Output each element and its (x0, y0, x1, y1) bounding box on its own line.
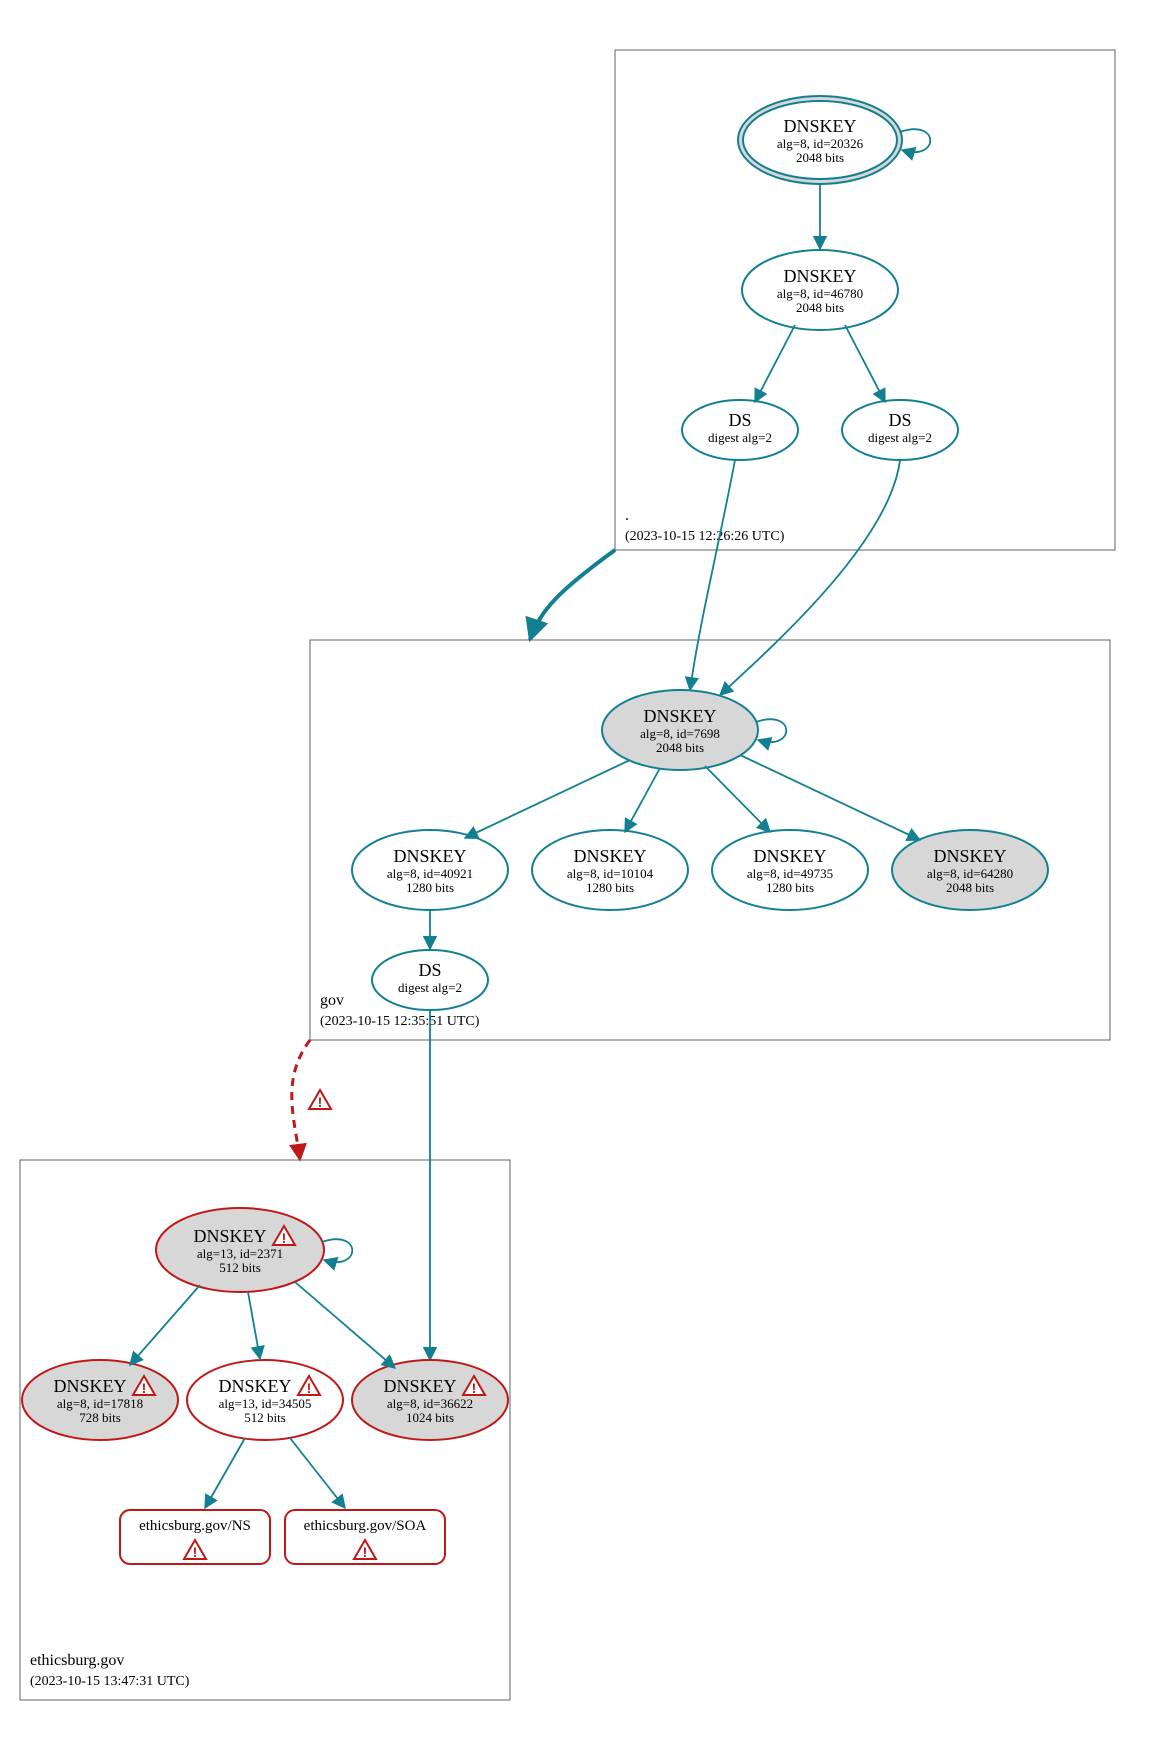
svg-text:512 bits: 512 bits (219, 1260, 261, 1275)
svg-text:ethicsburg.gov/NS: ethicsburg.gov/NS (139, 1518, 251, 1534)
svg-text:DS: DS (418, 960, 441, 980)
node-eb-key3: DNSKEY alg=8, id=36622 1024 bits (352, 1360, 508, 1440)
svg-text:DS: DS (888, 410, 911, 430)
svg-text:alg=8, id=36622: alg=8, id=36622 (387, 1396, 473, 1411)
zone-root: . (2023-10-15 12:26:26 UTC) DNSKEY alg=8… (615, 50, 1115, 550)
svg-text:DS: DS (728, 410, 751, 430)
edge-ebzsk-ns (205, 1438, 245, 1508)
edge-ebksk-k3 (295, 1282, 395, 1368)
zone-eb-name: ethicsburg.gov (30, 1652, 124, 1669)
svg-text:DNSKEY: DNSKEY (573, 846, 646, 866)
node-gov-zsk2: DNSKEY alg=8, id=10104 1280 bits (532, 830, 688, 910)
zone-gov-name: gov (320, 992, 344, 1009)
edge-root-zsk-ds1 (755, 325, 795, 402)
svg-text:2048 bits: 2048 bits (946, 880, 994, 895)
svg-text:1280 bits: 1280 bits (586, 880, 634, 895)
edge-gov-ksk-self (756, 719, 786, 742)
node-gov-ds: DS digest alg=2 (372, 950, 488, 1010)
svg-text:DNSKEY: DNSKEY (783, 266, 856, 286)
svg-text:ethicsburg.gov/SOA: ethicsburg.gov/SOA (304, 1518, 427, 1534)
dnssec-diagram: ! . (2023-10-15 12:26:26 UTC) DNSKEY alg… (0, 0, 1149, 1745)
zone-root-name: . (625, 507, 629, 524)
zone-gov: gov (2023-10-15 12:35:51 UTC) DNSKEY alg… (310, 460, 1110, 1040)
edge-ebksk-k1 (130, 1285, 200, 1365)
edge-eb-ksk-self (322, 1239, 352, 1262)
node-gov-zsk3: DNSKEY alg=8, id=49735 1280 bits (712, 830, 868, 910)
svg-text:alg=8, id=7698: alg=8, id=7698 (640, 726, 720, 741)
edge-ds2-govksk (720, 460, 900, 695)
svg-text:728 bits: 728 bits (79, 1410, 121, 1425)
svg-text:DNSKEY: DNSKEY (933, 846, 1006, 866)
edge-root-to-gov-zone (530, 550, 615, 640)
svg-text:digest alg=2: digest alg=2 (868, 430, 932, 445)
node-root-ds2: DS digest alg=2 (842, 400, 958, 460)
edge-ds1-govksk (690, 460, 735, 690)
edge-ebksk-k2 (248, 1292, 260, 1359)
svg-text:DNSKEY: DNSKEY (753, 846, 826, 866)
svg-text:DNSKEY: DNSKEY (218, 1376, 291, 1396)
svg-text:512 bits: 512 bits (244, 1410, 286, 1425)
edge-root-zsk-ds2 (845, 325, 885, 402)
svg-text:DNSKEY: DNSKEY (193, 1226, 266, 1246)
edge-govksk-k3 (705, 766, 770, 832)
svg-text:2048 bits: 2048 bits (796, 150, 844, 165)
svg-text:DNSKEY: DNSKEY (783, 116, 856, 136)
edge-govksk-k1 (465, 760, 630, 838)
zone-root-ts: (2023-10-15 12:26:26 UTC) (625, 529, 785, 544)
node-root-zsk: DNSKEY alg=8, id=46780 2048 bits (742, 250, 898, 330)
node-root-ksk: DNSKEY alg=8, id=20326 2048 bits (738, 96, 902, 184)
node-eb-key1: DNSKEY alg=8, id=17818 728 bits (22, 1360, 178, 1440)
node-eb-ksk: DNSKEY alg=13, id=2371 512 bits (156, 1208, 324, 1292)
svg-text:alg=8, id=40921: alg=8, id=40921 (387, 866, 473, 881)
svg-text:alg=13, id=2371: alg=13, id=2371 (197, 1246, 283, 1261)
node-root-ds1: DS digest alg=2 (682, 400, 798, 460)
svg-text:DNSKEY: DNSKEY (383, 1376, 456, 1396)
zone-eb-ts: (2023-10-15 13:47:31 UTC) (30, 1674, 190, 1689)
svg-text:DNSKEY: DNSKEY (53, 1376, 126, 1396)
svg-text:alg=8, id=64280: alg=8, id=64280 (927, 866, 1013, 881)
node-gov-ksk: DNSKEY alg=8, id=7698 2048 bits (602, 690, 758, 770)
node-eb-ns: ethicsburg.gov/NS (120, 1510, 270, 1564)
warning-icon (309, 1090, 331, 1110)
zone-gov-ts: (2023-10-15 12:35:51 UTC) (320, 1014, 480, 1029)
svg-text:2048 bits: 2048 bits (656, 740, 704, 755)
svg-text:alg=8, id=20326: alg=8, id=20326 (777, 136, 864, 151)
edge-govksk-k2 (625, 768, 660, 832)
svg-text:alg=13, id=34505: alg=13, id=34505 (219, 1396, 312, 1411)
svg-text:DNSKEY: DNSKEY (393, 846, 466, 866)
svg-text:1024 bits: 1024 bits (406, 1410, 454, 1425)
node-eb-zsk: DNSKEY alg=13, id=34505 512 bits (187, 1360, 343, 1440)
node-gov-zsk1: DNSKEY alg=8, id=40921 1280 bits (352, 830, 508, 910)
svg-text:alg=8, id=49735: alg=8, id=49735 (747, 866, 833, 881)
node-gov-key64: DNSKEY alg=8, id=64280 2048 bits (892, 830, 1048, 910)
svg-text:1280 bits: 1280 bits (406, 880, 454, 895)
zone-ethicsburg: ethicsburg.gov (2023-10-15 13:47:31 UTC)… (20, 1160, 510, 1700)
svg-text:alg=8, id=46780: alg=8, id=46780 (777, 286, 863, 301)
svg-text:2048 bits: 2048 bits (796, 300, 844, 315)
edge-govksk-k4 (740, 755, 920, 840)
svg-text:digest alg=2: digest alg=2 (708, 430, 772, 445)
svg-text:alg=8, id=10104: alg=8, id=10104 (567, 866, 654, 881)
svg-text:1280 bits: 1280 bits (766, 880, 814, 895)
svg-text:alg=8, id=17818: alg=8, id=17818 (57, 1396, 143, 1411)
edge-root-ksk-self (900, 129, 930, 152)
edge-ebzsk-soa (290, 1438, 345, 1508)
svg-text:DNSKEY: DNSKEY (643, 706, 716, 726)
svg-text:digest alg=2: digest alg=2 (398, 980, 462, 995)
edge-gov-to-eb-warn (292, 1040, 310, 1160)
node-eb-soa: ethicsburg.gov/SOA (285, 1510, 445, 1564)
